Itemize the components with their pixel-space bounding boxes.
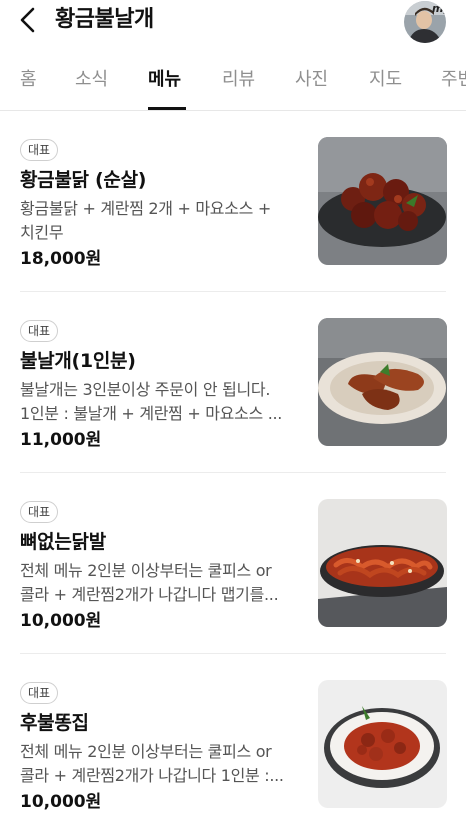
tab-bar: 홈 소식 메뉴 리뷰 사진 지도 주변 bbox=[0, 55, 466, 111]
tab-reviews[interactable]: 리뷰 bbox=[222, 67, 255, 93]
menu-item-name: 황금불닭 (순살) bbox=[20, 169, 147, 191]
menu-item-price: 18,000원 bbox=[20, 249, 102, 269]
chicken-gizzard-photo bbox=[318, 680, 447, 808]
menu-item[interactable]: 대표 후불똥집 전체 메뉴 2인분 이상부터는 쿨피스 or 콜라 + 계란찜2… bbox=[0, 654, 466, 827]
app-header: 황금불날개 my bbox=[0, 0, 466, 50]
avatar[interactable]: my bbox=[404, 1, 446, 43]
description-line: 치킨무 bbox=[20, 223, 64, 242]
description-line: 전체 메뉴 2인분 이상부터는 쿨피스 or bbox=[20, 561, 272, 580]
menu-item-description: 전체 메뉴 2인분 이상부터는 쿨피스 or 콜라 + 계란찜2개가 나갑니다 … bbox=[20, 740, 305, 788]
signature-badge: 대표 bbox=[20, 139, 59, 161]
signature-badge: 대표 bbox=[20, 501, 59, 523]
chevron-left-icon bbox=[20, 7, 35, 33]
menu-item-photo[interactable] bbox=[318, 318, 447, 446]
back-button[interactable] bbox=[14, 5, 44, 35]
avatar-text: my bbox=[432, 2, 446, 15]
page-title: 황금불날개 bbox=[55, 7, 154, 32]
tab-nearby[interactable]: 주변 bbox=[441, 67, 466, 93]
active-tab-indicator bbox=[148, 107, 186, 110]
description-line: 콜라 + 계란찜2개가 나갑니다 1인분 :... bbox=[20, 766, 284, 785]
menu-item-photo[interactable] bbox=[318, 499, 447, 627]
menu-item-photo[interactable] bbox=[318, 137, 447, 265]
menu-item-name: 후불똥집 bbox=[20, 712, 89, 734]
menu-item-price: 11,000원 bbox=[20, 430, 102, 450]
tab-map[interactable]: 지도 bbox=[369, 67, 402, 93]
tab-photos[interactable]: 사진 bbox=[295, 67, 328, 93]
menu-item-price: 10,000원 bbox=[20, 792, 102, 812]
menu-item-description: 황금불닭 + 계란찜 2개 + 마요소스 + 치킨무 bbox=[20, 197, 305, 245]
description-line: 불날개는 3인분이상 주문이 안 됩니다. bbox=[20, 380, 271, 399]
signature-badge: 대표 bbox=[20, 320, 59, 342]
description-line: 1인분 : 불날개 + 계란찜 + 마요소스 ... bbox=[20, 404, 283, 423]
menu-item-name: 뼈없는닭발 bbox=[20, 531, 106, 553]
menu-item[interactable]: 대표 불날개(1인분) 불날개는 3인분이상 주문이 안 됩니다. 1인분 : … bbox=[0, 292, 466, 473]
boneless-chicken-feet-photo bbox=[318, 499, 447, 627]
tab-home[interactable]: 홈 bbox=[20, 67, 37, 93]
signature-badge: 대표 bbox=[20, 682, 59, 704]
fried-chicken-photo bbox=[318, 137, 447, 265]
menu-item-price: 10,000원 bbox=[20, 611, 102, 631]
description-line: 콜라 + 계란찜2개가 나갑니다 맵기를... bbox=[20, 585, 279, 604]
menu-item-description: 불날개는 3인분이상 주문이 안 됩니다. 1인분 : 불날개 + 계란찜 + … bbox=[20, 378, 305, 426]
menu-item-description: 전체 메뉴 2인분 이상부터는 쿨피스 or 콜라 + 계란찜2개가 나갑니다 … bbox=[20, 559, 305, 607]
chicken-wings-photo bbox=[318, 318, 447, 446]
menu-item[interactable]: 대표 뼈없는닭발 전체 메뉴 2인분 이상부터는 쿨피스 or 콜라 + 계란찜… bbox=[0, 473, 466, 654]
description-line: 황금불닭 + 계란찜 2개 + 마요소스 + bbox=[20, 199, 271, 218]
menu-item-photo[interactable] bbox=[318, 680, 447, 808]
description-line: 전체 메뉴 2인분 이상부터는 쿨피스 or bbox=[20, 742, 272, 761]
tab-news[interactable]: 소식 bbox=[75, 67, 108, 93]
tab-menu[interactable]: 메뉴 bbox=[148, 67, 181, 93]
menu-item[interactable]: 대표 황금불닭 (순살) 황금불닭 + 계란찜 2개 + 마요소스 + 치킨무 … bbox=[0, 111, 466, 292]
user-photo-icon: my bbox=[404, 1, 446, 43]
menu-item-name: 불날개(1인분) bbox=[20, 350, 136, 372]
